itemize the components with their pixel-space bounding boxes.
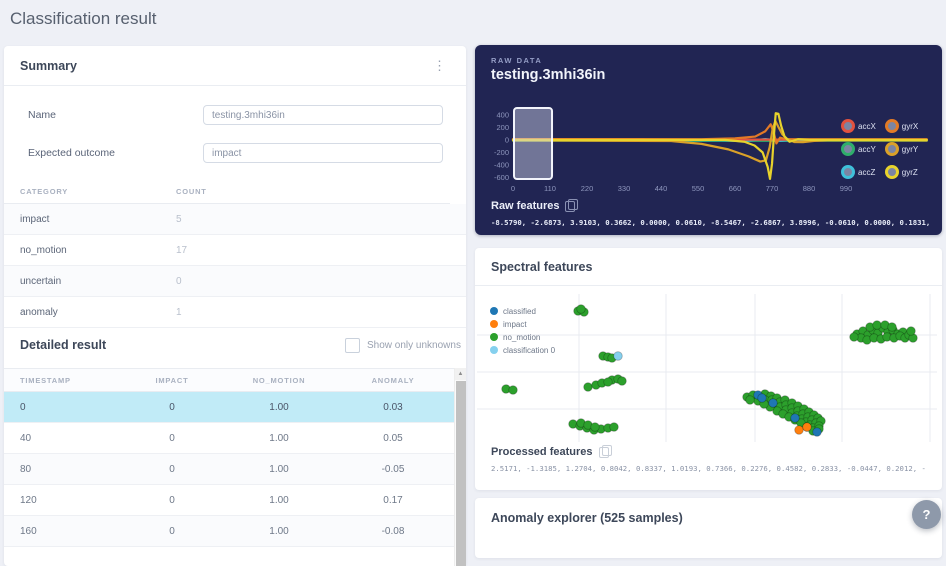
category-table: impact5no_motion17uncertain0anomaly1 <box>4 204 466 328</box>
spectral-features-title: Spectral features <box>491 260 592 274</box>
anomaly-explorer-title: Anomaly explorer (525 samples) <box>491 511 683 525</box>
table-row[interactable]: 12001.000.17 <box>4 485 454 516</box>
copy-icon[interactable] <box>599 447 609 458</box>
svg-text:0: 0 <box>511 184 515 193</box>
svg-text:-200: -200 <box>494 148 509 157</box>
help-button[interactable]: ? <box>912 500 941 529</box>
raw-chart-legend: accX accY accZ gyrX gyrY gyrZ <box>841 119 918 179</box>
svg-text:770: 770 <box>766 184 779 193</box>
legend-item-no_motion[interactable]: no_motion <box>490 333 540 342</box>
raw-data-sample-title: testing.3mhi36in <box>491 67 605 83</box>
legend-item-classification 0[interactable]: classification 0 <box>490 346 556 355</box>
checkbox-label: Show only unknowns <box>367 340 461 351</box>
column-header: TIMESTAMP <box>4 376 122 385</box>
svg-text:110: 110 <box>544 184 556 193</box>
raw-data-eyebrow: RAW DATA <box>491 56 542 65</box>
svg-text:0: 0 <box>505 136 509 145</box>
raw-data-card: RAW DATA testing.3mhi36in 400 200 0 -200 -40… <box>475 45 942 235</box>
legend-item-accZ[interactable]: accZ <box>841 165 876 179</box>
svg-text:classified: classified <box>503 307 536 316</box>
selection-window <box>514 108 552 179</box>
category-table-header: CATEGORYCOUNT <box>4 180 450 204</box>
svg-text:660: 660 <box>729 184 742 193</box>
svg-text:-400: -400 <box>494 161 509 170</box>
svg-text:440: 440 <box>655 184 668 193</box>
legend-item-gyrX[interactable]: gyrX <box>885 119 918 133</box>
spectral-scatter-chart[interactable]: classified impact no_motion classification … <box>477 294 937 442</box>
svg-text:-600: -600 <box>494 173 509 182</box>
svg-text:880: 880 <box>803 184 816 193</box>
scatter-group-no_motion <box>502 305 918 436</box>
question-mark-icon: ? <box>923 507 931 522</box>
detailed-table: 001.000.034001.000.058001.00-0.0512001.0… <box>4 392 454 547</box>
svg-text:impact: impact <box>503 320 527 329</box>
category-row: no_motion17 <box>4 235 466 266</box>
summary-card-header: Summary ⋮ <box>4 46 466 86</box>
summary-title: Summary <box>20 59 77 73</box>
svg-text:classification 0: classification 0 <box>503 346 556 355</box>
spectral-features-card: Spectral features classified impact no_mot… <box>475 248 942 490</box>
column-header: ANOMALY <box>336 376 450 385</box>
legend-dot <box>841 165 855 179</box>
legend-dot <box>885 119 899 133</box>
legend-item-accY[interactable]: accY <box>841 142 876 156</box>
name-label: Name <box>28 109 56 121</box>
svg-text:330: 330 <box>618 184 631 193</box>
expected-outcome-input[interactable] <box>203 143 443 163</box>
legend-dot <box>885 165 899 179</box>
detailed-table-header: TIMESTAMPIMPACTNO_MOTIONANOMALY <box>4 368 454 392</box>
scrollbar-up-icon[interactable]: ▲ <box>455 368 466 380</box>
raw-features-label: Raw features <box>491 200 575 212</box>
legend-item-classified[interactable]: classified <box>490 307 536 316</box>
svg-text:200: 200 <box>496 123 509 132</box>
kebab-menu-icon[interactable]: ⋮ <box>429 57 450 74</box>
checkbox[interactable] <box>345 338 360 353</box>
legend-item-accX[interactable]: accX <box>841 119 876 133</box>
show-only-unknowns-toggle[interactable]: Show only unknowns <box>345 338 461 353</box>
svg-text:550: 550 <box>692 184 705 193</box>
legend-item-gyrY[interactable]: gyrY <box>885 142 918 156</box>
scatter-group-classification 0 <box>614 352 623 361</box>
divider <box>475 285 942 286</box>
anomaly-explorer-card: Anomaly explorer (525 samples) <box>475 498 942 558</box>
legend-item-gyrZ[interactable]: gyrZ <box>885 165 918 179</box>
legend-item-impact[interactable]: impact <box>490 320 527 329</box>
table-row[interactable]: 16001.00-0.08 <box>4 516 454 547</box>
processed-features-label: Processed features <box>491 446 609 458</box>
detailed-result-title: Detailed result <box>20 338 106 352</box>
category-row: impact5 <box>4 204 466 235</box>
column-header: COUNT <box>176 187 450 196</box>
expected-outcome-label: Expected outcome <box>28 147 115 159</box>
table-row[interactable]: 001.000.03 <box>4 392 454 423</box>
raw-features-values: -8.5790, -2.6873, 3.9103, 0.3662, 0.0000… <box>491 218 931 227</box>
name-input[interactable] <box>203 105 443 125</box>
column-header: IMPACT <box>122 376 222 385</box>
table-row[interactable]: 4001.000.05 <box>4 423 454 454</box>
column-header: CATEGORY <box>20 187 176 196</box>
legend-dot <box>885 142 899 156</box>
svg-text:400: 400 <box>496 111 509 120</box>
page-title: Classification result <box>10 9 156 29</box>
processed-features-values: 2.5171, -1.3185, 1.2704, 0.8042, 0.8337,… <box>491 464 926 473</box>
svg-text:220: 220 <box>581 184 594 193</box>
copy-icon[interactable] <box>565 201 575 212</box>
category-row: anomaly1 <box>4 297 466 328</box>
legend-dot <box>841 142 855 156</box>
table-row[interactable]: 8001.00-0.05 <box>4 454 454 485</box>
scrollbar-thumb[interactable] <box>456 381 466 566</box>
summary-card: Summary ⋮ Name Expected outcome CATEGORY… <box>4 46 466 566</box>
column-header: NO_MOTION <box>222 376 336 385</box>
svg-text:990: 990 <box>840 184 853 193</box>
category-row: uncertain0 <box>4 266 466 297</box>
svg-text:no_motion: no_motion <box>503 333 540 342</box>
detailed-table-scrollbar[interactable]: ▲ <box>454 368 466 566</box>
legend-dot <box>841 119 855 133</box>
